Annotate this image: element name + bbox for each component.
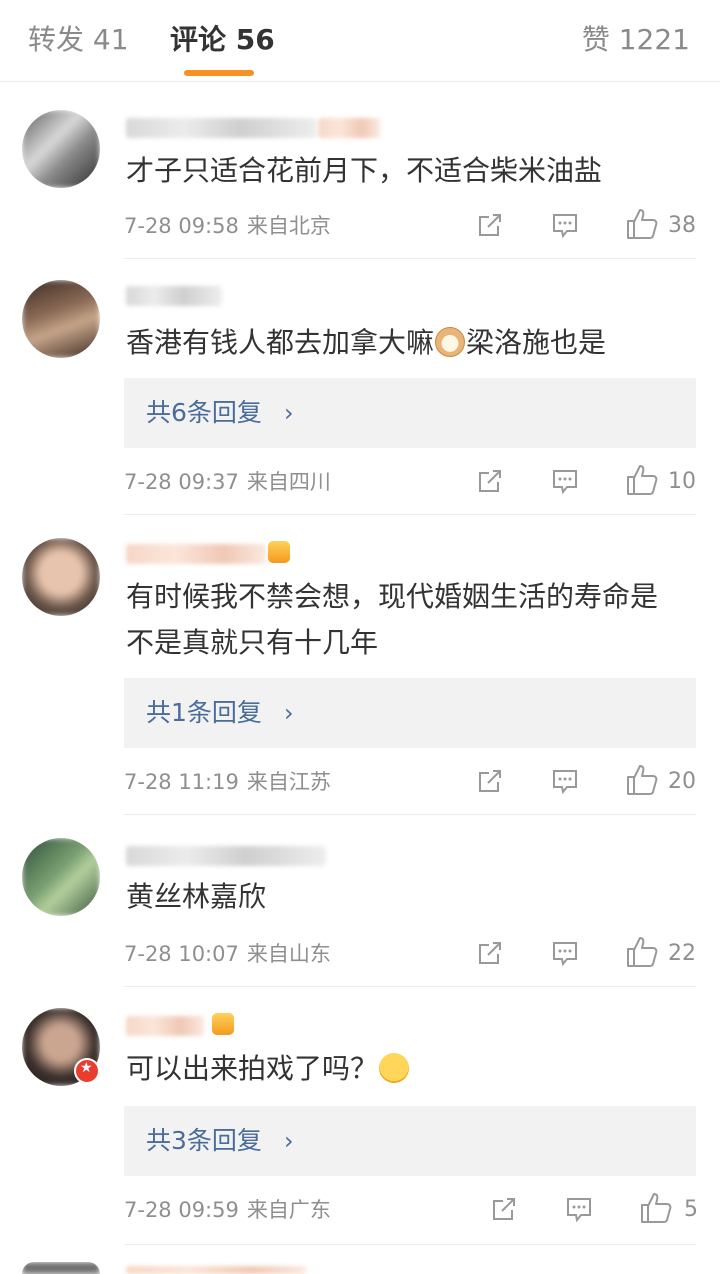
comment-meta: 7-28 09:59 来自广东 [124, 1196, 331, 1224]
verified-badge [74, 1058, 100, 1084]
comment-icon[interactable] [565, 1195, 593, 1223]
comment-item: 可以出来拍戏了吗？ 共3条回复 › 7-28 09:59 来自广东 5 [0, 0, 720, 1245]
chevron-right-icon: › [284, 1127, 294, 1155]
username[interactable] [126, 1016, 204, 1036]
comment-text-part: 可以出来拍戏了吗？ [126, 1052, 379, 1085]
replies-box[interactable]: 共3条回复 › [124, 1106, 696, 1176]
hug-emoji [379, 1053, 410, 1083]
username[interactable] [126, 1266, 306, 1274]
avatar[interactable] [22, 1262, 100, 1274]
replies-link[interactable]: 共3条回复 [146, 1125, 262, 1157]
comment-source: 来自广东 [246, 1198, 331, 1222]
comment-text: 可以出来拍戏了吗？ [126, 1046, 680, 1092]
comment-time: 7-28 09:59 [124, 1198, 239, 1222]
crown-icon [212, 1013, 234, 1035]
share-icon[interactable] [490, 1195, 518, 1223]
thumbs-up-icon[interactable] [639, 1191, 673, 1225]
divider [124, 1244, 696, 1245]
like-count: 5 [684, 1197, 698, 1222]
